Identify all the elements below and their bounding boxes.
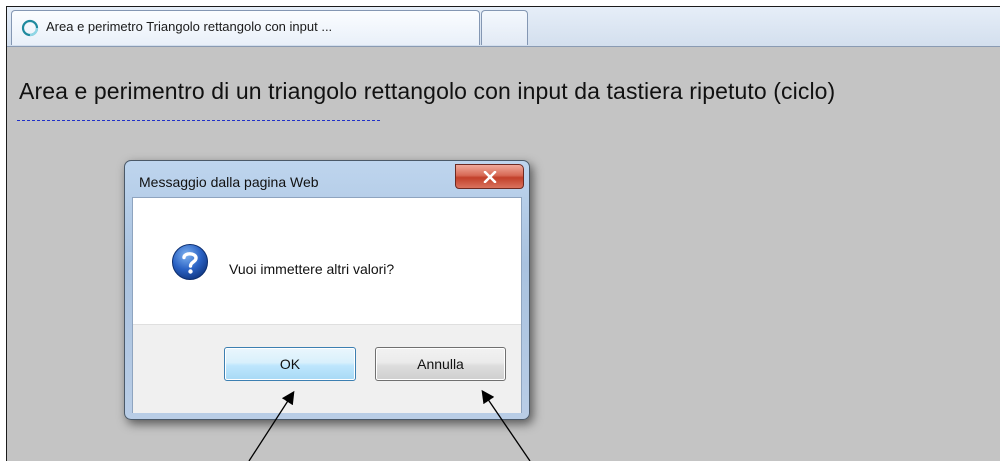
heading-underline: [17, 120, 380, 121]
loading-ring-icon: [21, 19, 39, 37]
dialog-body: Vuoi immettere altri valori? OK Annulla: [132, 197, 522, 413]
tab-title: Area e perimetro Triangolo rettangolo co…: [46, 19, 333, 34]
tab-active[interactable]: Area e perimetro Triangolo rettangolo co…: [11, 10, 480, 45]
new-tab-button[interactable]: [481, 10, 528, 45]
dialog-message: Vuoi immettere altri valori?: [229, 261, 395, 277]
message-dialog: Messaggio dalla pagina Web Vuoi immetter…: [124, 160, 530, 420]
button-area: OK Annulla: [133, 324, 521, 413]
close-icon: [483, 171, 497, 183]
question-icon: [171, 243, 209, 281]
close-button[interactable]: [455, 164, 524, 189]
dialog-title: Messaggio dalla pagina Web: [139, 174, 319, 190]
message-area: Vuoi immettere altri valori?: [133, 198, 521, 324]
cancel-button[interactable]: Annulla: [375, 347, 506, 381]
ok-button[interactable]: OK: [224, 347, 356, 381]
tab-strip: Area e perimetro Triangolo rettangolo co…: [7, 7, 1000, 47]
page-heading: Area e perimentro di un triangolo rettan…: [19, 78, 836, 104]
